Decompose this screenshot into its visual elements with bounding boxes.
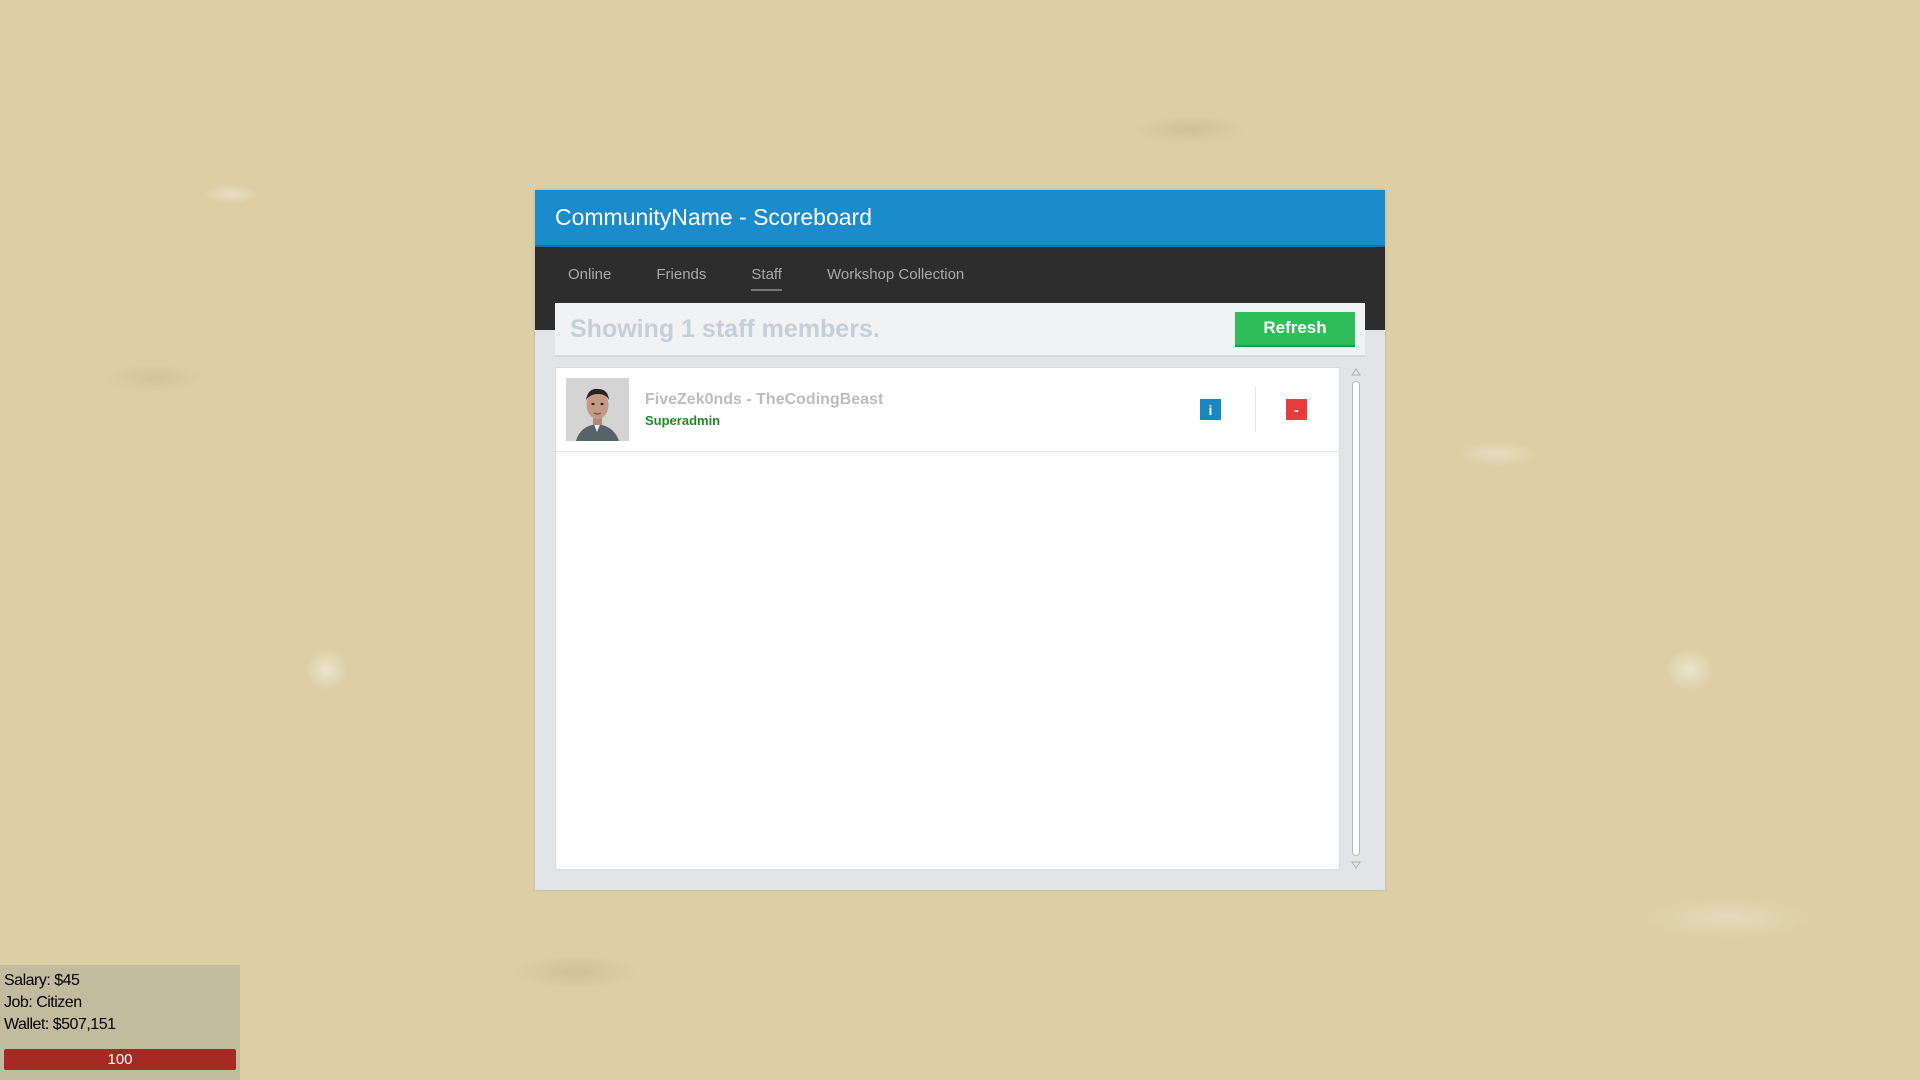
hud-job: Job: Citizen [4, 994, 82, 1011]
health-bar: 100 [4, 1049, 236, 1070]
player-row[interactable]: FiveZek0nds - TheCodingBeast Superadmin … [556, 368, 1339, 452]
tab-online[interactable]: Online [568, 266, 611, 285]
scroll-down-icon[interactable] [1351, 860, 1361, 870]
scroll-up-icon[interactable] [1351, 367, 1361, 377]
player-avatar[interactable] [566, 378, 629, 441]
hud-salary: Salary: $45 [4, 972, 80, 989]
hud-wallet: Wallet: $507,151 [4, 1016, 116, 1033]
title-bar: CommunityName - Scoreboard [535, 190, 1385, 247]
hud-panel: Salary: $45 Job: Citizen Wallet: $507,15… [0, 965, 240, 1080]
avatar-image [566, 378, 629, 441]
player-list: FiveZek0nds - TheCodingBeast Superadmin … [555, 367, 1340, 870]
tab-friends[interactable]: Friends [656, 266, 706, 285]
window-title: CommunityName - Scoreboard [555, 204, 873, 230]
status-text: Showing 1 staff members. [570, 314, 880, 343]
player-remove-button[interactable]: - [1286, 399, 1307, 420]
status-bar: Showing 1 staff members. Refresh [555, 303, 1365, 357]
scroll-thumb[interactable] [1352, 381, 1360, 856]
player-info-button[interactable]: i [1200, 399, 1221, 420]
scoreboard-window: CommunityName - Scoreboard Online Friend… [535, 190, 1385, 890]
tab-staff[interactable]: Staff [751, 266, 782, 291]
health-value: 100 [107, 1051, 133, 1068]
player-name: FiveZek0nds - TheCodingBeast [645, 391, 884, 408]
player-rank: Superadmin [645, 413, 721, 428]
scrollbar[interactable] [1349, 367, 1363, 870]
row-divider [1255, 387, 1256, 432]
refresh-button[interactable]: Refresh [1235, 311, 1355, 347]
tab-workshop-collection[interactable]: Workshop Collection [827, 266, 964, 285]
